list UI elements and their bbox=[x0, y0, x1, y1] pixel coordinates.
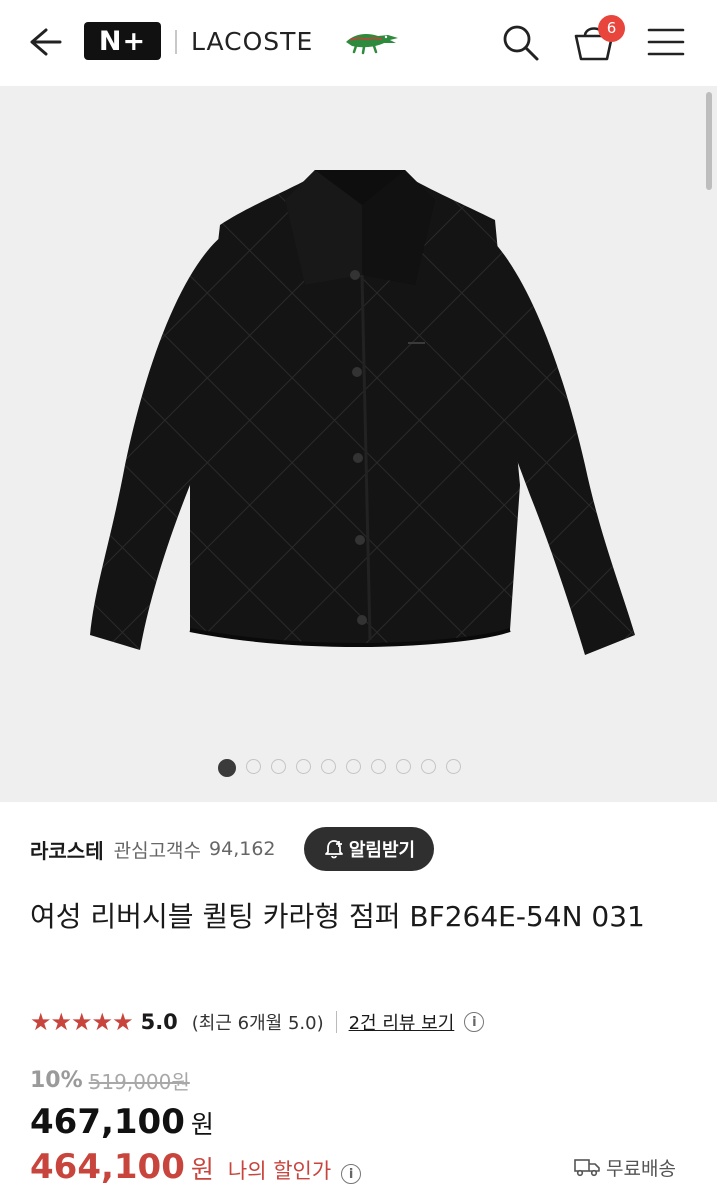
nplus-badge[interactable]: N+ bbox=[84, 22, 161, 60]
gallery-dot-7[interactable] bbox=[371, 759, 386, 774]
gallery-dot-5[interactable] bbox=[321, 759, 336, 774]
product-title: 여성 리버시블 퀼팅 카라형 점퍼 BF264E-54N 031 bbox=[30, 900, 645, 933]
bell-plus-icon bbox=[324, 840, 343, 859]
gallery-dot-6[interactable] bbox=[346, 759, 361, 774]
free-shipping-label: 무료배송 bbox=[606, 1157, 676, 1180]
info-icon[interactable]: i bbox=[464, 1012, 485, 1032]
fav-count-label: 관심고객수 bbox=[113, 839, 202, 862]
recent-rating: (최근 6개월 5.0) bbox=[191, 1013, 324, 1034]
my-price-info-icon[interactable]: i bbox=[341, 1164, 362, 1184]
divider bbox=[335, 1011, 337, 1033]
sale-price-unit: 원 bbox=[190, 1110, 214, 1139]
gallery-dot-3[interactable] bbox=[271, 759, 286, 774]
search-icon[interactable] bbox=[500, 22, 540, 62]
gallery-dot-8[interactable] bbox=[396, 759, 411, 774]
fav-count-value: 94,162 bbox=[209, 838, 276, 860]
my-discount-price: 464,100 bbox=[30, 1147, 185, 1187]
original-price: 519,000원 bbox=[88, 1069, 190, 1094]
gallery-dot-10[interactable] bbox=[446, 759, 461, 774]
my-price-label: 나의 할인가 bbox=[227, 1159, 332, 1183]
rating-row: ★★★★★ 5.0 (최근 6개월 5.0) 2건 리뷰 보기 i bbox=[30, 1004, 485, 1040]
gallery-dot-4[interactable] bbox=[296, 759, 311, 774]
view-reviews-link[interactable]: 2건 리뷰 보기 bbox=[349, 1009, 455, 1035]
alert-subscribe-button[interactable]: 알림받기 bbox=[304, 827, 434, 871]
gallery-dot-9[interactable] bbox=[421, 759, 436, 774]
discount-rate: 10% bbox=[30, 1067, 83, 1093]
sale-price-row: 467,100 원 bbox=[30, 1102, 214, 1146]
gallery-dot-2[interactable] bbox=[246, 759, 261, 774]
star-rating-icon: ★★★★★ bbox=[30, 1008, 134, 1036]
brand-divider bbox=[175, 30, 177, 54]
brand-info-row: 라코스테 관심고객수 94,162 bbox=[30, 828, 276, 870]
hamburger-menu-icon[interactable] bbox=[646, 24, 686, 60]
discount-row: 10% 519,000원 bbox=[30, 1063, 190, 1097]
my-price-unit: 원 bbox=[190, 1155, 214, 1184]
truck-icon bbox=[574, 1159, 600, 1177]
gallery-pagination bbox=[218, 759, 461, 779]
shipping-info: 무료배송 bbox=[574, 1152, 676, 1182]
my-price-row: 464,100 원 나의 할인가 i bbox=[30, 1147, 362, 1191]
gallery-dot-1[interactable] bbox=[218, 759, 236, 777]
top-header: N+ LACOSTE 6 bbox=[0, 0, 717, 86]
crocodile-logo-icon bbox=[346, 34, 398, 55]
back-arrow-icon[interactable] bbox=[24, 22, 64, 62]
rating-score: 5.0 bbox=[140, 1010, 178, 1034]
scrollbar[interactable] bbox=[706, 92, 712, 190]
brand-logo-text[interactable]: LACOSTE bbox=[191, 24, 313, 60]
sale-price: 467,100 bbox=[30, 1102, 185, 1142]
brand-link[interactable]: 라코스테 bbox=[30, 835, 104, 864]
product-image-black-quilted-jacket bbox=[90, 170, 635, 655]
alert-button-label: 알림받기 bbox=[348, 840, 416, 861]
cart-count-badge: 6 bbox=[598, 15, 625, 42]
